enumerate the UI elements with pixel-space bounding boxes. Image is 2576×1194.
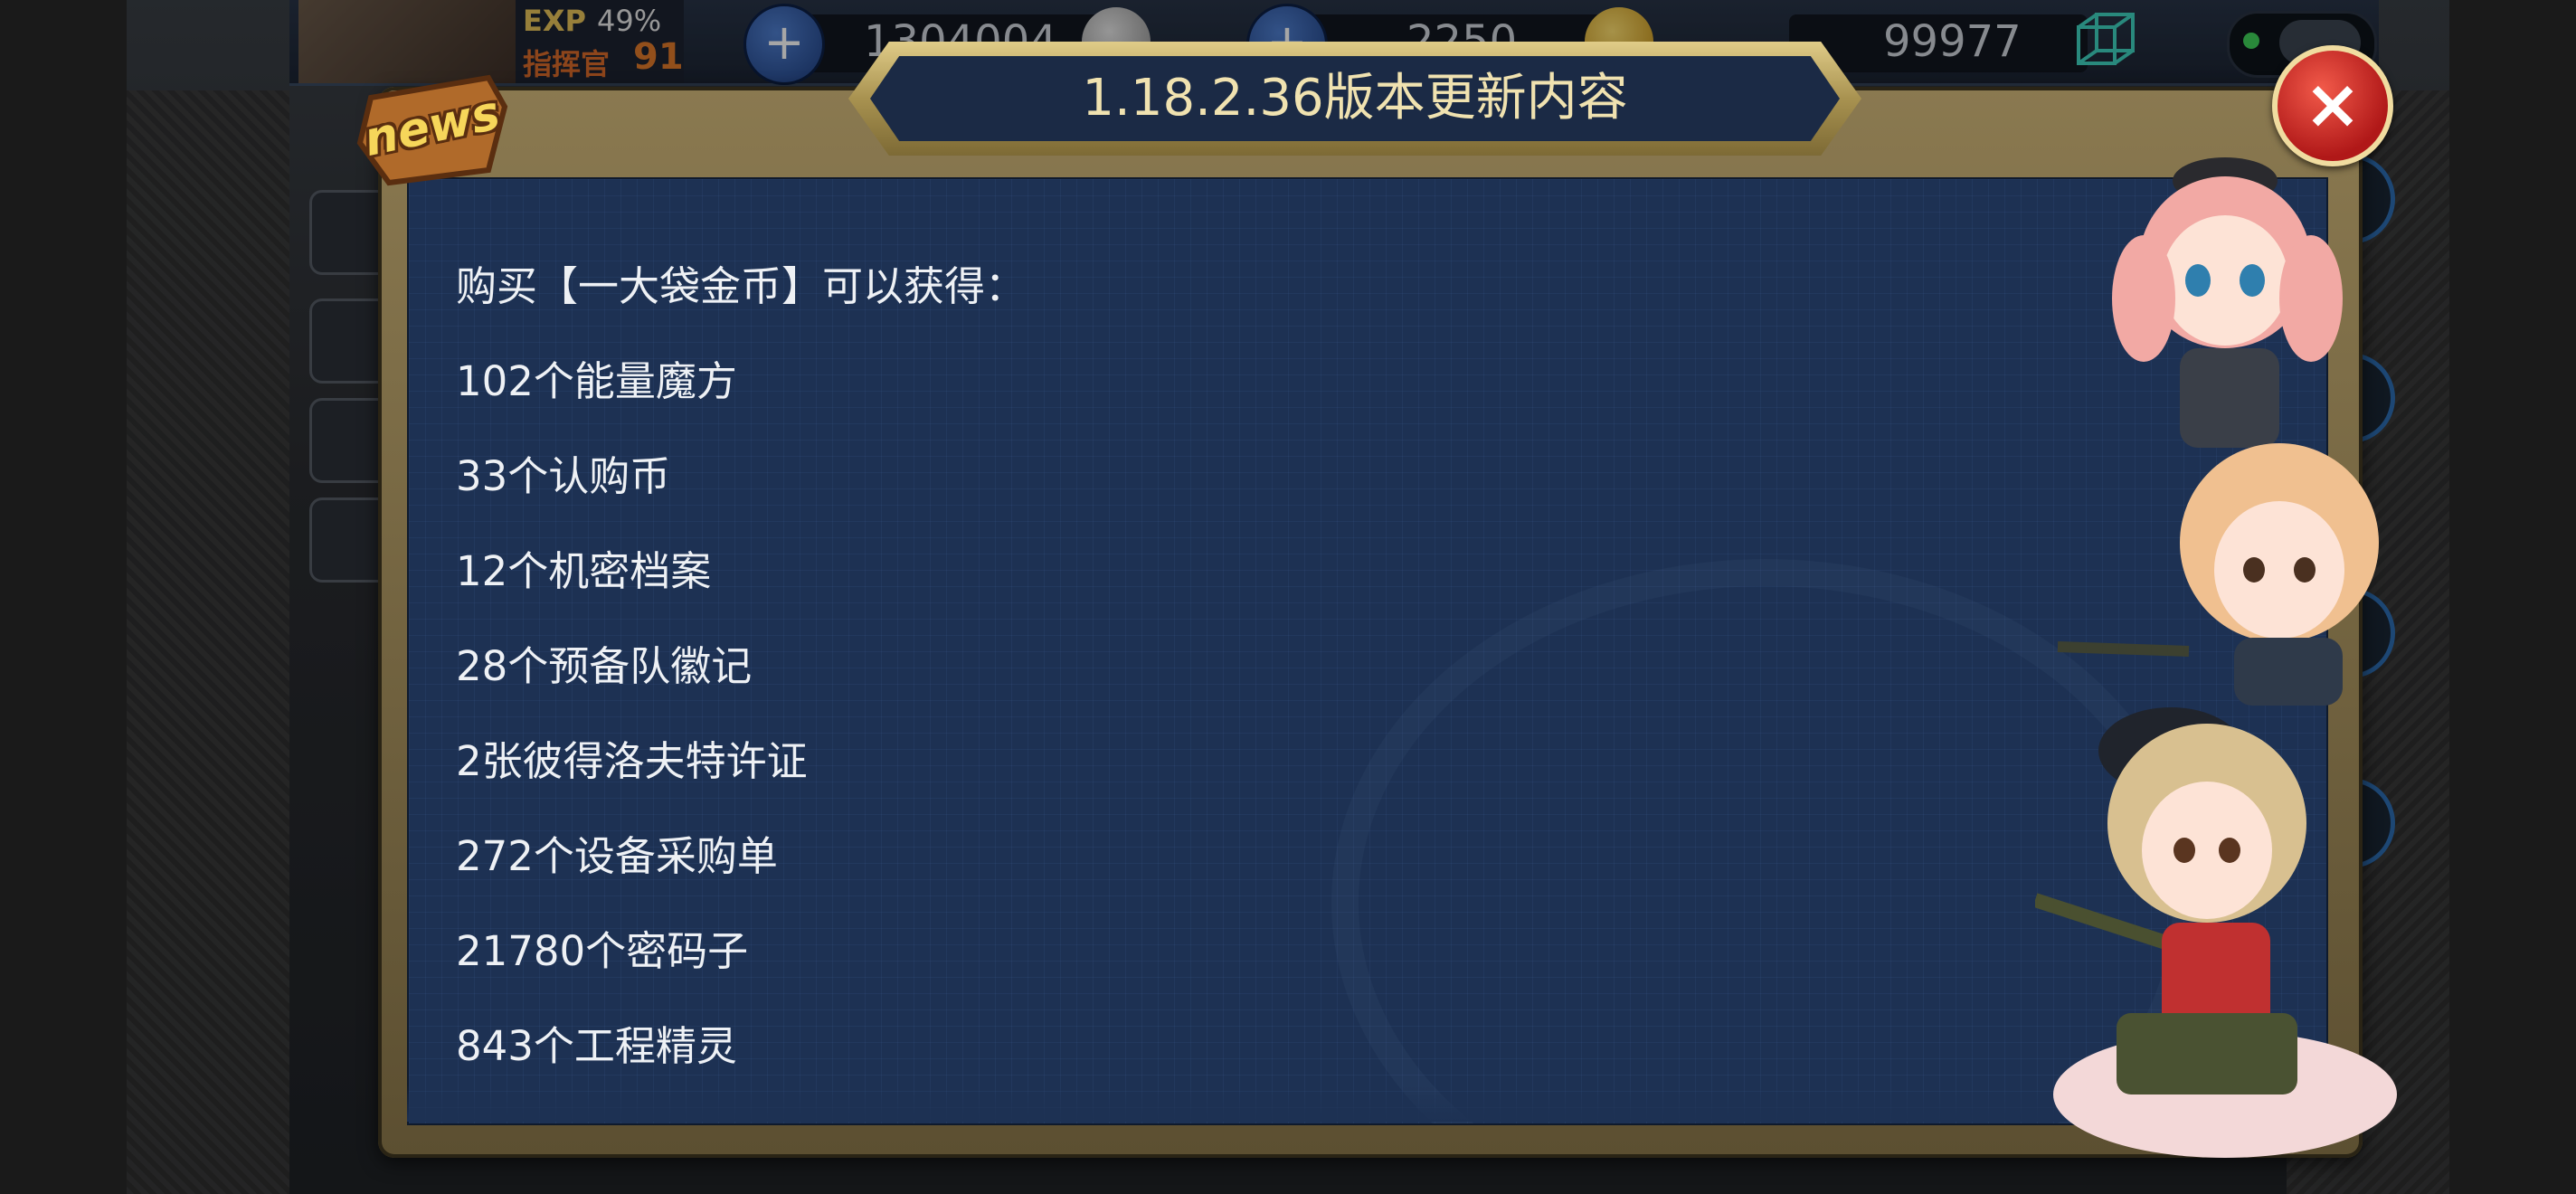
content-line-3: 33个认购币 <box>456 452 671 500</box>
content-line-2: 102个能量魔方 <box>456 357 737 405</box>
content-line-4: 12个机密档案 <box>456 547 712 595</box>
content-line-7: 272个设备采购单 <box>456 832 778 880</box>
chibi-girl-blonde-icon <box>2057 443 2379 706</box>
chibi-girl-pink-icon <box>2112 157 2343 448</box>
chibi-girl-brown-icon <box>2035 707 2397 1158</box>
content-line-5: 28个预备队徽记 <box>456 642 753 690</box>
close-button[interactable]: × <box>2272 45 2393 166</box>
content-line-1: 购买【一大袋金币】可以获得： <box>456 262 1027 310</box>
content-line-8: 21780个密码子 <box>456 927 749 975</box>
content-line-9: 843个工程精灵 <box>456 1022 737 1070</box>
content-line-6: 2张彼得洛夫特许证 <box>456 737 808 785</box>
dialog-title: 1.18.2.36版本更新内容 <box>1082 69 1628 128</box>
